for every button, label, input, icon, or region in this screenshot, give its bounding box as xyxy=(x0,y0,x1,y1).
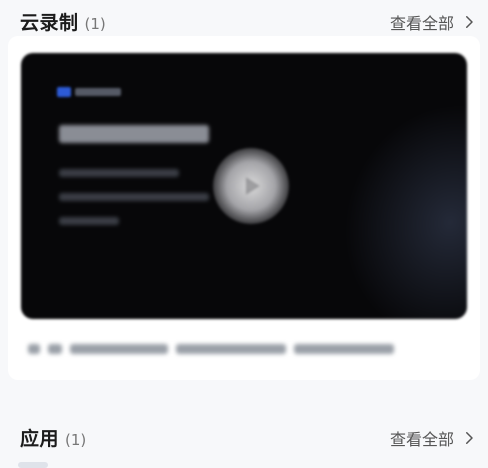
thumbnail-text-blur xyxy=(59,217,119,225)
cloud-recording-header: 云录制 (1) 查看全部 xyxy=(20,8,478,35)
apps-view-all-button[interactable]: 查看全部 xyxy=(390,426,478,450)
recording-card[interactable] xyxy=(8,36,480,380)
apps-count: (1) xyxy=(65,431,87,449)
cloud-recording-count: (1) xyxy=(84,15,106,33)
cloud-recording-title: 云录制 xyxy=(20,12,79,34)
apps-header: 应用 (1) 查看全部 xyxy=(20,424,478,451)
video-thumbnail[interactable] xyxy=(21,53,467,319)
play-icon xyxy=(246,177,260,195)
chevron-right-icon xyxy=(466,431,473,444)
recording-page: 云录制 (1) 查看全部 应用 (1) 查看全部 xyxy=(0,0,488,468)
play-button[interactable] xyxy=(213,148,289,224)
cloud-recording-view-all-label: 查看全部 xyxy=(389,13,454,33)
apps-title: 应用 xyxy=(20,428,60,450)
thumbnail-title-blur xyxy=(59,125,209,143)
thumbnail-text-blur xyxy=(59,193,209,201)
apps-title-group: 应用 (1) xyxy=(20,424,86,451)
apps-list-start xyxy=(18,462,48,468)
apps-view-all-label: 查看全部 xyxy=(389,429,454,449)
recording-caption-blurred xyxy=(28,344,394,354)
thumbnail-logo xyxy=(57,87,121,97)
cloud-recording-view-all-button[interactable]: 查看全部 xyxy=(390,10,478,34)
thumbnail-glow xyxy=(313,75,467,319)
cloud-recording-title-group: 云录制 (1) xyxy=(20,8,106,35)
chevron-right-icon xyxy=(466,15,473,28)
thumbnail-text-blur xyxy=(59,169,179,177)
